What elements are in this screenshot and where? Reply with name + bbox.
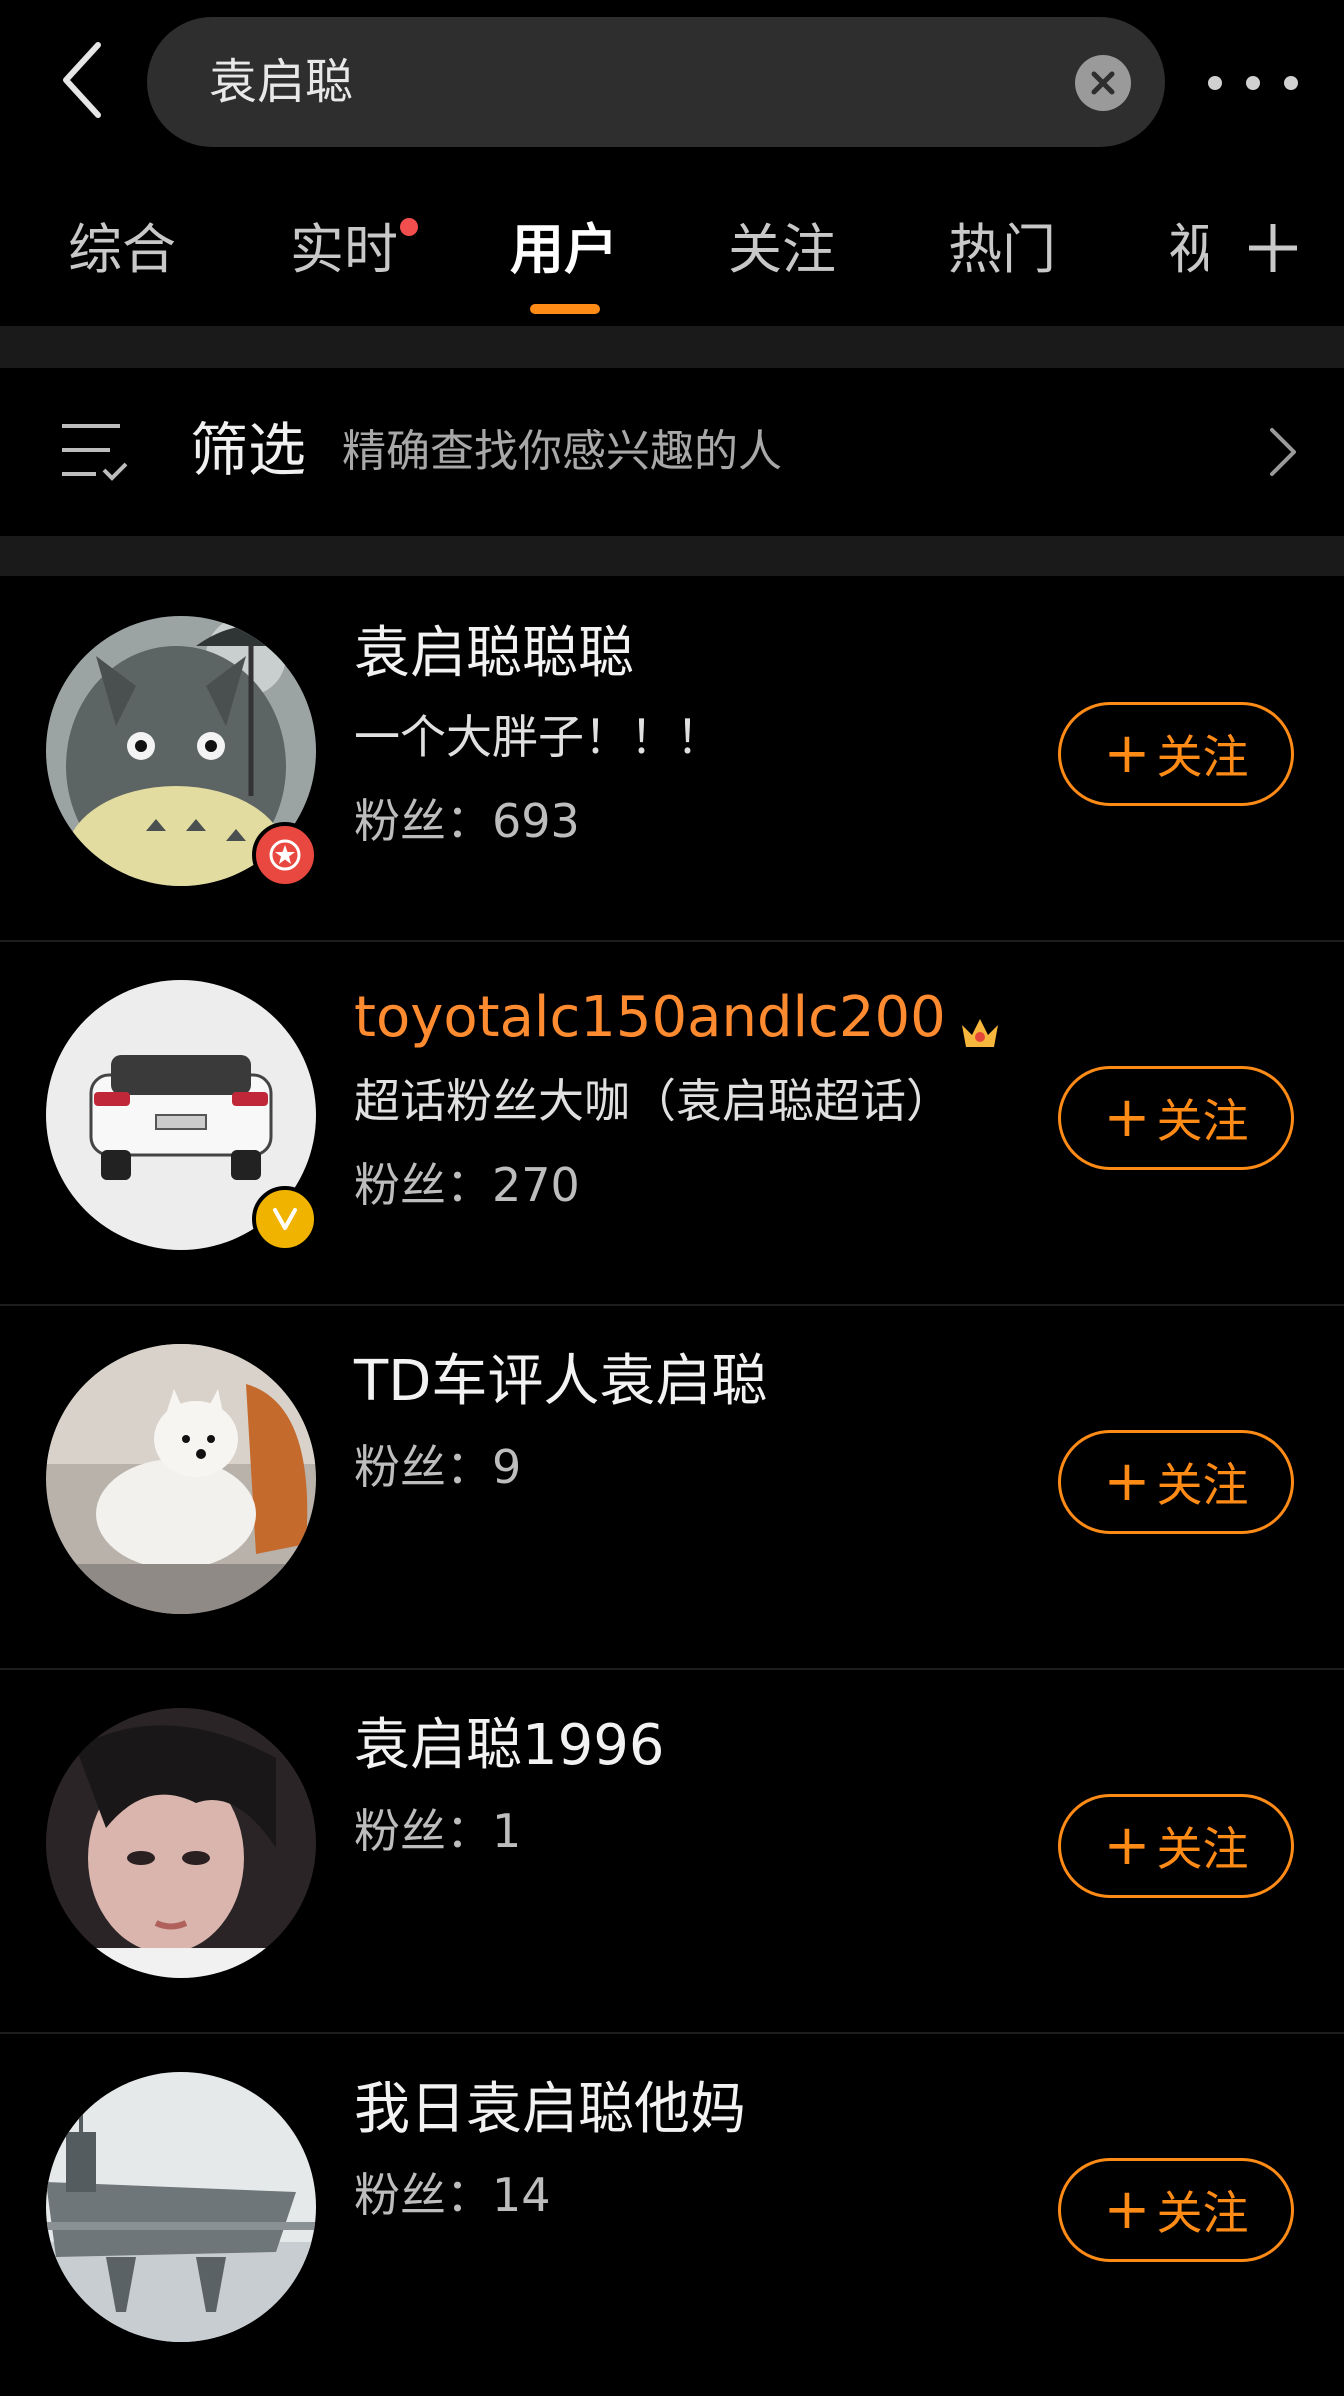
user-name[interactable]: TD车评人袁启聪 — [354, 1344, 767, 1420]
plus-icon: + — [1103, 721, 1151, 786]
notification-dot — [400, 218, 418, 236]
filter-title: 筛选 — [190, 416, 307, 484]
user-name[interactable]: toyotalc150andlc200 — [354, 980, 1002, 1056]
filter-row[interactable]: 筛选 精确查找你感兴趣的人 — [0, 368, 1344, 536]
user-fans: 粉丝：1 — [354, 1804, 522, 1858]
follow-label: 关注 — [1156, 1822, 1249, 1876]
search-input[interactable]: 袁启聪 — [147, 17, 1165, 147]
plus-icon: + — [1103, 2177, 1151, 2242]
chevron-right-icon — [1262, 424, 1302, 480]
tab-realtime[interactable]: 实时 — [290, 210, 418, 290]
divider — [0, 326, 1344, 368]
divider — [0, 536, 1344, 576]
follow-button[interactable]: + 关注 — [1058, 1430, 1294, 1534]
search-query: 袁启聪 — [209, 54, 354, 110]
tab-video[interactable]: 视 — [1168, 210, 1208, 290]
red-star-badge — [252, 822, 318, 888]
user-list-item[interactable]: 袁启聪1996 粉丝：1 + 关注 — [0, 1668, 1344, 2034]
user-list-item[interactable]: 我日袁启聪他妈 粉丝：14 + 关注 — [0, 2032, 1344, 2396]
user-name[interactable]: 袁启聪聪聪 — [354, 616, 634, 692]
more-icon[interactable] — [1208, 58, 1298, 108]
active-tab-indicator — [530, 304, 600, 314]
add-tab-icon[interactable] — [1245, 220, 1301, 276]
follow-button[interactable]: + 关注 — [1058, 1066, 1294, 1170]
user-name[interactable]: 我日袁启聪他妈 — [354, 2072, 746, 2148]
tab-hot[interactable]: 热门 — [948, 210, 1056, 290]
filter-icon — [60, 420, 130, 486]
follow-label: 关注 — [1156, 2186, 1249, 2240]
follow-button[interactable]: + 关注 — [1058, 702, 1294, 806]
user-name-text: toyotalc150andlc200 — [354, 985, 946, 1050]
user-fans: 粉丝：693 — [354, 794, 580, 848]
tab-following[interactable]: 关注 — [728, 210, 836, 290]
follow-button[interactable]: + 关注 — [1058, 2158, 1294, 2262]
follow-label: 关注 — [1156, 730, 1249, 784]
top-bar: 袁启聪 — [0, 0, 1344, 160]
user-list-item[interactable]: TD车评人袁启聪 粉丝：9 + 关注 — [0, 1304, 1344, 1670]
plus-icon: + — [1103, 1813, 1151, 1878]
crown-icon — [958, 999, 1002, 1047]
avatar[interactable] — [46, 1708, 316, 1978]
tab-overview[interactable]: 综合 — [68, 210, 176, 290]
user-fans: 粉丝：14 — [354, 2168, 551, 2222]
follow-button[interactable]: + 关注 — [1058, 1794, 1294, 1898]
user-name[interactable]: 袁启聪1996 — [354, 1708, 665, 1784]
follow-label: 关注 — [1156, 1458, 1249, 1512]
user-bio: 一个大胖子！！！ — [354, 710, 722, 764]
yellow-v-badge — [252, 1186, 318, 1252]
user-list-item[interactable]: toyotalc150andlc200 超话粉丝大咖（袁启聪超话） 粉丝：270… — [0, 940, 1344, 1306]
tab-users[interactable]: 用户 — [510, 210, 618, 290]
filter-description: 精确查找你感兴趣的人 — [342, 426, 782, 477]
tab-bar: 综合 实时 用户 关注 热门 — [0, 190, 1344, 325]
back-arrow-icon[interactable] — [52, 40, 112, 120]
avatar[interactable] — [46, 1344, 316, 1614]
user-bio: 超话粉丝大咖（袁启聪超话） — [354, 1074, 952, 1128]
follow-label: 关注 — [1156, 1094, 1249, 1148]
user-fans: 粉丝：270 — [354, 1158, 580, 1212]
avatar[interactable] — [46, 2072, 316, 2342]
tab-realtime-label: 实时 — [290, 218, 398, 281]
user-list-item[interactable]: 袁启聪聪聪 一个大胖子！！！ 粉丝：693 + 关注 — [0, 576, 1344, 942]
plus-icon: + — [1103, 1449, 1151, 1514]
clear-icon[interactable] — [1075, 55, 1131, 111]
user-fans: 粉丝：9 — [354, 1440, 522, 1494]
plus-icon: + — [1103, 1085, 1151, 1150]
